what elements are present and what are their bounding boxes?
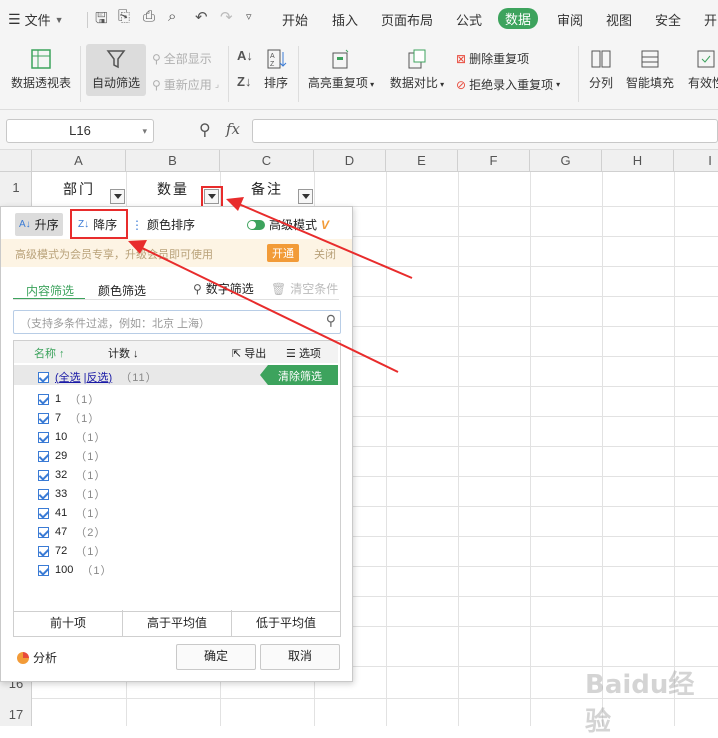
watermark: Baidu经验	[585, 670, 695, 737]
annotation-arrowhead	[128, 240, 147, 254]
annotation-arrow-line	[137, 245, 399, 373]
annotation-arrowhead	[226, 197, 244, 211]
annotation-arrows	[128, 197, 413, 373]
annotation-arrow-line	[233, 201, 413, 279]
